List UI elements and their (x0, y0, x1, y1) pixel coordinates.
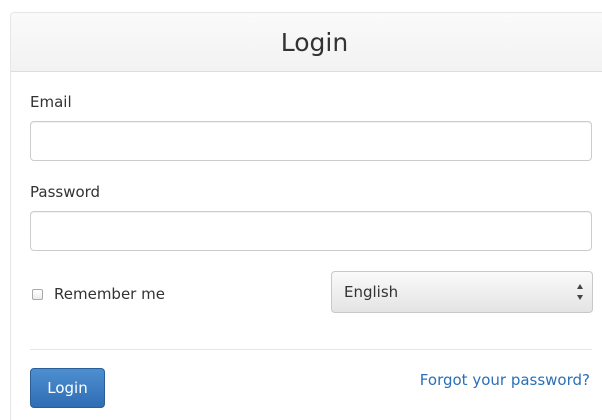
remember-me-group[interactable]: Remember me (32, 285, 165, 303)
password-field[interactable] (30, 211, 592, 251)
language-select-value: English (344, 283, 399, 301)
form-divider (30, 349, 592, 350)
login-panel: Login Email Password Remember me English… (10, 12, 602, 420)
panel-header: Login (11, 13, 602, 72)
forgot-password-link[interactable]: Forgot your password? (420, 371, 590, 389)
remember-me-checkbox[interactable] (32, 288, 43, 300)
email-field[interactable] (30, 121, 592, 161)
email-label: Email (30, 93, 72, 111)
select-arrows-icon (576, 284, 584, 300)
remember-me-label[interactable]: Remember me (54, 285, 165, 303)
login-button[interactable]: Login (30, 368, 105, 408)
password-label: Password (30, 183, 101, 201)
page-title: Login (280, 27, 349, 57)
language-select[interactable]: English (331, 271, 593, 313)
